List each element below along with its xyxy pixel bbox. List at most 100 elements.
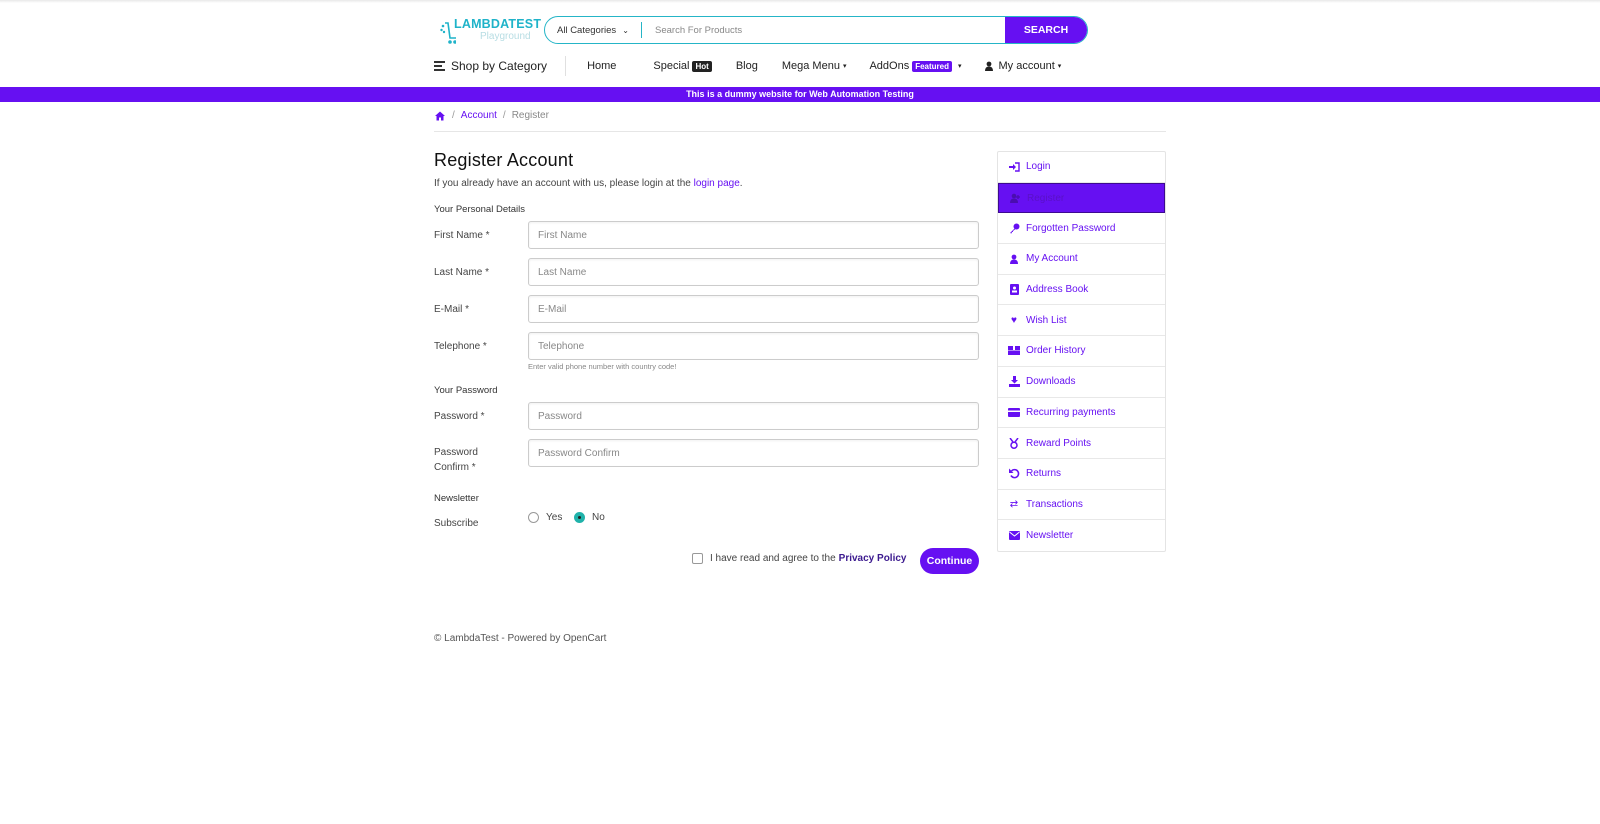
- sidebar-item-transactions[interactable]: ⇄ Transactions: [998, 490, 1165, 521]
- address-book-icon: [1008, 284, 1020, 296]
- subscribe-label: Subscribe: [434, 518, 479, 529]
- sidebar-item-label: Returns: [1026, 468, 1062, 480]
- sidebar-item-register[interactable]: Register: [998, 182, 1165, 214]
- nav-special[interactable]: Special Hot: [653, 60, 712, 72]
- nav-mega-menu-label: Mega Menu: [781, 60, 840, 72]
- nav-addons-label: AddOns: [869, 60, 910, 72]
- heart-icon: ♥: [1011, 314, 1017, 326]
- breadcrumb-separator: /: [452, 110, 455, 121]
- password-confirm-input[interactable]: [528, 439, 979, 467]
- page-title: Register Account: [434, 150, 574, 170]
- radio-unchecked-icon: [528, 512, 539, 523]
- sidebar-item-my-account[interactable]: My Account: [998, 244, 1165, 275]
- nav-my-account-label: My account: [998, 60, 1055, 72]
- nav-mega-menu[interactable]: Mega Menu ▾: [782, 60, 847, 72]
- password-confirm-label: Password Confirm *: [434, 445, 478, 475]
- sidebar-item-downloads[interactable]: Downloads: [998, 367, 1165, 398]
- privacy-agreement: I have read and agree to the Privacy Pol…: [692, 553, 906, 564]
- home-icon[interactable]: [434, 111, 446, 121]
- nav-addons[interactable]: AddOns Featured ▾: [869, 60, 961, 72]
- sign-in-icon: [1008, 161, 1020, 173]
- hot-badge: Hot: [692, 60, 712, 72]
- subscribe-yes-label: Yes: [546, 512, 563, 523]
- search-bar: All Categories ⌄ SEARCH: [544, 16, 1088, 44]
- logo[interactable]: LAMBDATEST Playground: [440, 14, 541, 48]
- password-label: Password *: [434, 411, 485, 422]
- search-input[interactable]: [642, 17, 1005, 43]
- login-page-link[interactable]: login page: [694, 178, 740, 189]
- footer-copyright: © LambdaTest - Powered by OpenCart: [434, 633, 607, 644]
- medal-icon: [1008, 437, 1020, 449]
- subscribe-yes-radio[interactable]: Yes: [528, 512, 562, 523]
- category-select[interactable]: All Categories ⌄: [545, 17, 641, 43]
- menu-icon: [434, 59, 445, 73]
- sidebar-item-label: Downloads: [1026, 376, 1076, 388]
- telephone-input[interactable]: [528, 332, 979, 360]
- firstname-input[interactable]: [528, 221, 979, 249]
- featured-badge: Featured: [912, 60, 952, 72]
- shop-by-category-label: Shop by Category: [451, 59, 548, 73]
- telephone-help-text: Enter valid phone number with country co…: [528, 362, 677, 371]
- credit-card-icon: [1008, 406, 1020, 418]
- sidebar-item-label: Wish List: [1026, 314, 1067, 326]
- nav-blog[interactable]: Blog: [736, 60, 758, 72]
- breadcrumb: / Account / Register: [434, 110, 549, 121]
- announcement-banner: This is a dummy website for Web Automati…: [0, 87, 1600, 102]
- sidebar-item-label: Reward Points: [1026, 437, 1092, 449]
- nav-special-label: Special: [653, 60, 690, 72]
- email-label: E-Mail *: [434, 304, 470, 315]
- lastname-input[interactable]: [528, 258, 979, 286]
- radio-checked-icon: [574, 512, 585, 523]
- sidebar-item-wish-list[interactable]: ♥ Wish List: [998, 305, 1165, 337]
- nav-home[interactable]: Home: [587, 60, 616, 72]
- order-history-icon: [1008, 345, 1020, 357]
- continue-button[interactable]: Continue: [920, 548, 979, 574]
- subscribe-no-radio[interactable]: No: [574, 512, 605, 523]
- firstname-label: First Name *: [434, 230, 490, 241]
- user-plus-icon: [1009, 192, 1021, 204]
- sidebar-item-label: Newsletter: [1026, 530, 1074, 542]
- sidebar-item-forgotten-password[interactable]: Forgotten Password: [998, 213, 1165, 245]
- shop-by-category-button[interactable]: Shop by Category: [434, 56, 567, 76]
- sidebar-item-newsletter[interactable]: Newsletter: [998, 520, 1165, 551]
- intro-text-body: If you already have an account with us, …: [434, 178, 694, 189]
- subscribe-no-label: No: [592, 512, 605, 523]
- sidebar-item-login[interactable]: Login: [998, 152, 1165, 183]
- agree-checkbox[interactable]: [692, 553, 703, 564]
- undo-icon: [1008, 468, 1020, 480]
- sidebar-item-address-book[interactable]: Address Book: [998, 275, 1165, 306]
- intro-text-end: .: [739, 178, 743, 189]
- logo-brand: LAMBDATEST: [454, 17, 542, 31]
- agree-text: I have read and agree to the: [710, 553, 836, 564]
- sidebar-item-recurring-payments[interactable]: Recurring payments: [998, 398, 1165, 429]
- privacy-policy-link[interactable]: Privacy Policy: [839, 553, 907, 564]
- logo-subtitle: Playground: [480, 31, 531, 42]
- envelope-icon: [1008, 530, 1020, 542]
- personal-details-legend: Your Personal Details: [434, 204, 526, 215]
- password-confirm-label-line2: Confirm *: [434, 462, 476, 473]
- telephone-label: Telephone *: [434, 341, 487, 352]
- user-icon: [984, 61, 993, 71]
- sidebar-item-label: Register: [1027, 192, 1065, 204]
- breadcrumb-account-link[interactable]: Account: [461, 110, 497, 121]
- window-top-edge: [0, 0, 1600, 3]
- nav-home-label: Home: [587, 60, 617, 72]
- nav-my-account[interactable]: My account ▾: [984, 60, 1061, 72]
- search-button[interactable]: SEARCH: [1005, 17, 1087, 43]
- caret-down-icon: ▾: [958, 63, 962, 70]
- breadcrumb-separator: /: [502, 110, 506, 121]
- lastname-label: Last Name *: [434, 267, 490, 278]
- key-icon: [1008, 222, 1020, 234]
- sidebar-item-label: My Account: [1026, 253, 1078, 265]
- sidebar-item-label: Transactions: [1026, 498, 1083, 510]
- intro-text: If you already have an account with us, …: [434, 178, 743, 189]
- sidebar-item-returns[interactable]: Returns: [998, 459, 1165, 490]
- sidebar-item-reward-points[interactable]: Reward Points: [998, 428, 1165, 459]
- sidebar-item-order-history[interactable]: Order History: [998, 336, 1165, 367]
- password-input[interactable]: [528, 402, 979, 430]
- chevron-down-icon: ⌄: [622, 25, 629, 35]
- sidebar-item-label: Recurring payments: [1026, 406, 1116, 418]
- caret-down-icon: ▾: [842, 63, 847, 70]
- email-input[interactable]: [528, 295, 979, 323]
- password-confirm-label-line1: Password: [434, 447, 478, 458]
